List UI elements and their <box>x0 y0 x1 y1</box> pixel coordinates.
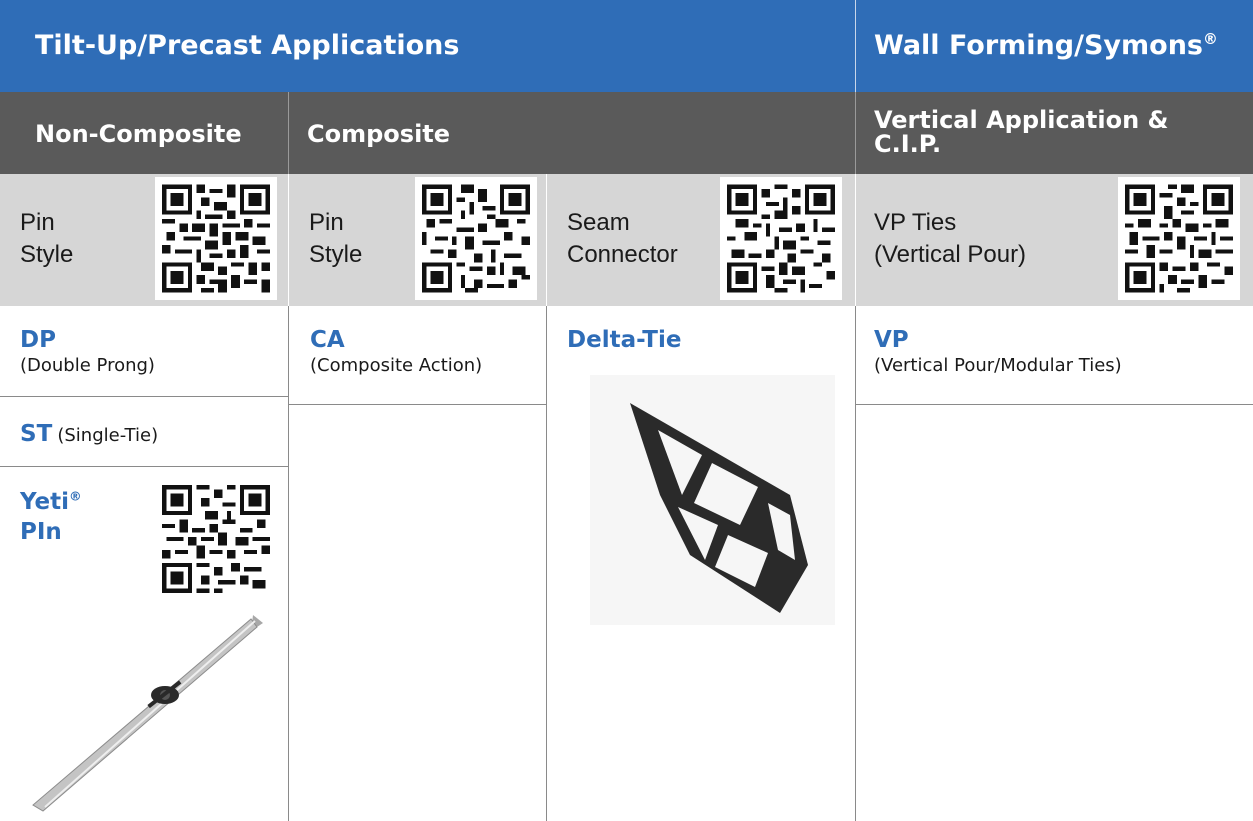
header-divider <box>855 0 856 92</box>
style-cell-4: VP Ties (Vertical Pour) <box>856 174 1253 306</box>
yeti-line1[interactable]: Yeti <box>20 489 69 515</box>
noncomposite-label: Non-Composite <box>35 120 242 148</box>
tiltup-title: Tilt-Up/Precast Applications <box>35 30 460 61</box>
vertical-subheader: Vertical Application & C.I.P. <box>856 92 1253 174</box>
row-line-ca <box>288 404 546 405</box>
style-cell-1-line1: Pin <box>20 209 55 236</box>
qr-code-icon[interactable] <box>155 177 277 300</box>
qr-code-icon[interactable] <box>155 480 277 598</box>
product-st[interactable]: ST (Single-Tie) <box>20 421 158 447</box>
style-cell-4-line1: VP Ties <box>874 209 957 236</box>
style-cell-2: Pin Style <box>289 174 546 306</box>
col-line-1 <box>288 306 289 821</box>
wallforming-header: Wall Forming/Symons® <box>856 0 1253 92</box>
sub-divider-2 <box>855 92 856 174</box>
style-cell-3-line1: Seam <box>567 209 630 236</box>
qr-code-icon[interactable] <box>415 177 537 300</box>
ca-code[interactable]: CA <box>310 327 482 353</box>
composite-subheader: Composite <box>289 92 855 174</box>
row-line-vp <box>855 404 1253 405</box>
vp-code[interactable]: VP <box>874 327 1122 353</box>
st-desc: (Single-Tie) <box>57 425 159 446</box>
style-cell-2-line2: Style <box>309 241 363 268</box>
st-code[interactable]: ST <box>20 421 52 447</box>
qr-code-icon[interactable] <box>720 177 842 300</box>
yeti-line2[interactable]: PIn <box>20 517 82 547</box>
col-line-3 <box>855 306 856 821</box>
style-cell-4-line2: (Vertical Pour) <box>874 241 1027 268</box>
composite-label: Composite <box>307 120 451 148</box>
yeti-pin-image <box>15 605 275 817</box>
product-ca[interactable]: CA (Composite Action) <box>310 327 482 376</box>
qr-code-icon[interactable] <box>1118 177 1240 300</box>
yeti-registered-mark: ® <box>69 488 82 504</box>
tiltup-header: Tilt-Up/Precast Applications <box>0 0 855 92</box>
sub-divider-1 <box>288 92 289 174</box>
vp-desc: (Vertical Pour/Modular Ties) <box>874 355 1122 376</box>
registered-mark: ® <box>1202 30 1218 48</box>
row-line-dp <box>0 396 288 397</box>
style-cell-2-line1: Pin <box>309 209 344 236</box>
noncomposite-subheader: Non-Composite <box>0 92 288 174</box>
product-yeti-pin[interactable]: Yeti® PIn <box>20 487 82 547</box>
delta-tie-image <box>590 375 835 625</box>
ca-desc: (Composite Action) <box>310 355 483 376</box>
product-vp[interactable]: VP (Vertical Pour/Modular Ties) <box>874 327 1122 376</box>
wallforming-title: Wall Forming/Symons <box>874 30 1203 61</box>
style-cell-1-line2: Style <box>20 241 74 268</box>
dp-desc: (Double Prong) <box>20 355 155 376</box>
dp-code[interactable]: DP <box>20 327 155 353</box>
style-cell-3-line2: Connector <box>567 241 678 268</box>
vertical-label-line2: C.I.P. <box>874 130 942 158</box>
style-cell-3: Seam Connector <box>547 174 855 306</box>
row-line-st <box>0 466 288 467</box>
vertical-label-line1: Vertical Application & <box>874 106 1169 134</box>
style-cell-1: Pin Style <box>0 174 288 306</box>
col-line-2 <box>546 306 547 821</box>
product-dp[interactable]: DP (Double Prong) <box>20 327 155 376</box>
delta-tie-code[interactable]: Delta-Tie <box>567 327 681 353</box>
product-delta-tie[interactable]: Delta-Tie <box>567 327 681 353</box>
